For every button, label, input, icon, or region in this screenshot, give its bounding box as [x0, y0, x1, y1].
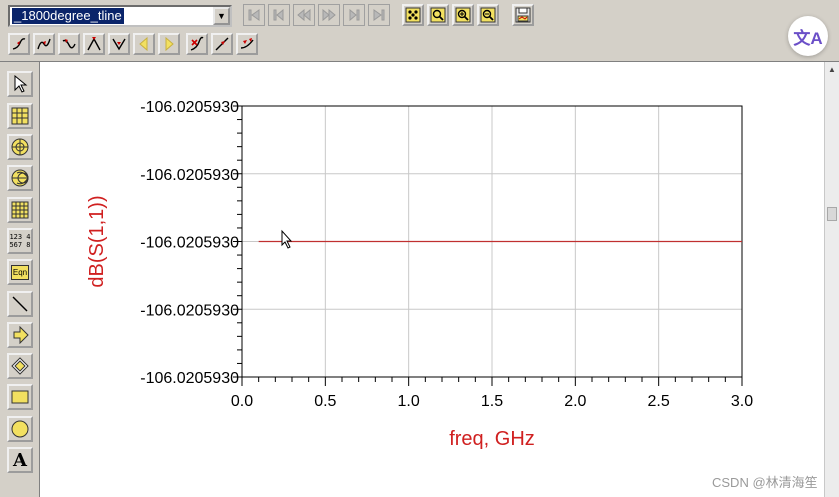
- vertical-scrollbar[interactable]: ▲: [824, 62, 839, 497]
- first-icon: [248, 9, 260, 21]
- marker-x-button[interactable]: [186, 33, 208, 55]
- marker-x-icon: [190, 36, 204, 51]
- marker-min-button[interactable]: [58, 33, 80, 55]
- circle-tool-button[interactable]: [7, 416, 33, 442]
- y-tick-label: -106.0205930: [140, 167, 239, 184]
- circle-icon: [11, 420, 29, 438]
- forward-icon: [322, 8, 336, 22]
- marker-slope-button[interactable]: [211, 33, 233, 55]
- marker-freq-icon: [37, 38, 51, 50]
- marker-notch-icon: [112, 38, 126, 51]
- tool-palette: 123 4 567 8 Eqn A: [0, 62, 40, 497]
- rewind-icon: [297, 8, 311, 22]
- smith-chart-icon: [11, 169, 29, 187]
- next-icon: [349, 8, 360, 22]
- save-plot-button[interactable]: [512, 4, 534, 26]
- marker-new-button[interactable]: [8, 33, 30, 55]
- chevron-down-icon[interactable]: ▼: [213, 7, 230, 25]
- marker-max-button[interactable]: [83, 33, 105, 55]
- line-icon: [12, 296, 28, 312]
- rewind-button[interactable]: [293, 4, 315, 26]
- zoom-out-icon: [480, 7, 496, 23]
- marker-freq-button[interactable]: [33, 33, 55, 55]
- save-plot-icon: [515, 7, 531, 23]
- text-icon: A: [13, 449, 27, 471]
- last-button[interactable]: [368, 4, 390, 26]
- zoom-in-icon: [455, 7, 471, 23]
- x-axis-label: freq, GHz: [449, 428, 535, 450]
- line-tool-button[interactable]: [7, 291, 33, 317]
- marker-left-button[interactable]: [133, 33, 155, 55]
- marker-delta-button[interactable]: [236, 33, 258, 55]
- scatter-icon: [405, 7, 421, 23]
- polyline-icon: [13, 326, 29, 344]
- marker-right-icon: [165, 36, 174, 52]
- list-table-icon: [11, 201, 29, 219]
- equation-button[interactable]: Eqn: [7, 259, 33, 285]
- y-tick-label: -106.0205930: [140, 235, 239, 252]
- marker-notch-button[interactable]: [108, 33, 130, 55]
- x-tick-label: 3.0: [731, 393, 753, 410]
- plot-canvas[interactable]: 0.0 0.5 1.0 1.5 2.0 2.5 3.0 -106.0205930 -106.02…: [41, 62, 824, 497]
- watermark: CSDN @林清海笙: [712, 475, 818, 490]
- previous-button[interactable]: [268, 4, 290, 26]
- equation-icon: Eqn: [10, 264, 30, 280]
- polar-plot-button[interactable]: [7, 134, 33, 160]
- last-icon: [373, 9, 385, 21]
- polygon-tool-button[interactable]: [7, 353, 33, 379]
- marker-new-icon: [12, 38, 26, 50]
- x-tick-label: 0.5: [314, 393, 336, 410]
- x-tick-label: 1.0: [398, 393, 420, 410]
- marker-max-icon: [87, 37, 101, 51]
- forward-button[interactable]: [318, 4, 340, 26]
- marker-min-icon: [62, 39, 76, 49]
- polygon-icon: [11, 357, 29, 375]
- x-tick-label: 2.0: [564, 393, 586, 410]
- x-tick-label: 1.5: [481, 393, 503, 410]
- polar-plot-icon: [11, 138, 29, 156]
- translate-button[interactable]: 文A: [788, 16, 828, 56]
- scatter-button[interactable]: [402, 4, 424, 26]
- list-label-bottom: 567 8: [9, 241, 31, 249]
- y-tick-label: -106.0205930: [140, 99, 239, 116]
- toolbar-area: _1800degree_tline ▼: [0, 0, 839, 62]
- zoom-region-button[interactable]: [427, 4, 449, 26]
- zoom-out-button[interactable]: [477, 4, 499, 26]
- zoom-in-button[interactable]: [452, 4, 474, 26]
- rectangular-plot-icon: [11, 107, 29, 125]
- y-axis-label: dB(S(1,1)): [86, 195, 108, 287]
- pointer-icon: [14, 75, 28, 93]
- scrollbar-thumb[interactable]: [827, 207, 837, 221]
- list-table-button[interactable]: [7, 197, 33, 223]
- marker-right-button[interactable]: [158, 33, 180, 55]
- rectangle-icon: [11, 390, 29, 404]
- pointer-tool-button[interactable]: [7, 71, 33, 97]
- marker-slope-icon: [215, 37, 229, 51]
- x-tick-label: 0.0: [231, 393, 253, 410]
- text-tool-button[interactable]: A: [7, 447, 33, 473]
- rectangular-plot[interactable]: 0.0 0.5 1.0 1.5 2.0 2.5 3.0 -106.0205930 -106.02…: [41, 62, 824, 497]
- list-label-top: 123 4: [9, 233, 31, 241]
- zoom-region-icon: [430, 7, 446, 23]
- smith-chart-button[interactable]: [7, 165, 33, 191]
- y-tick-label: -106.0205930: [140, 370, 239, 387]
- stacked-list-button[interactable]: 123 4 567 8: [7, 228, 33, 254]
- dataset-value: _1800degree_tline: [12, 8, 124, 24]
- rectangular-plot-button[interactable]: [7, 103, 33, 129]
- prev-icon: [273, 8, 284, 22]
- marker-left-icon: [139, 36, 148, 52]
- polyline-tool-button[interactable]: [7, 322, 33, 348]
- mouse-cursor-icon: [281, 229, 293, 249]
- x-tick-label: 2.5: [648, 393, 670, 410]
- dataset-select[interactable]: _1800degree_tline ▼: [8, 5, 232, 27]
- y-tick-label: -106.0205930: [140, 302, 239, 319]
- rectangle-tool-button[interactable]: [7, 384, 33, 410]
- scroll-up-icon[interactable]: ▲: [826, 64, 838, 76]
- first-button[interactable]: [243, 4, 265, 26]
- next-button[interactable]: [343, 4, 365, 26]
- marker-delta-icon: [240, 38, 254, 49]
